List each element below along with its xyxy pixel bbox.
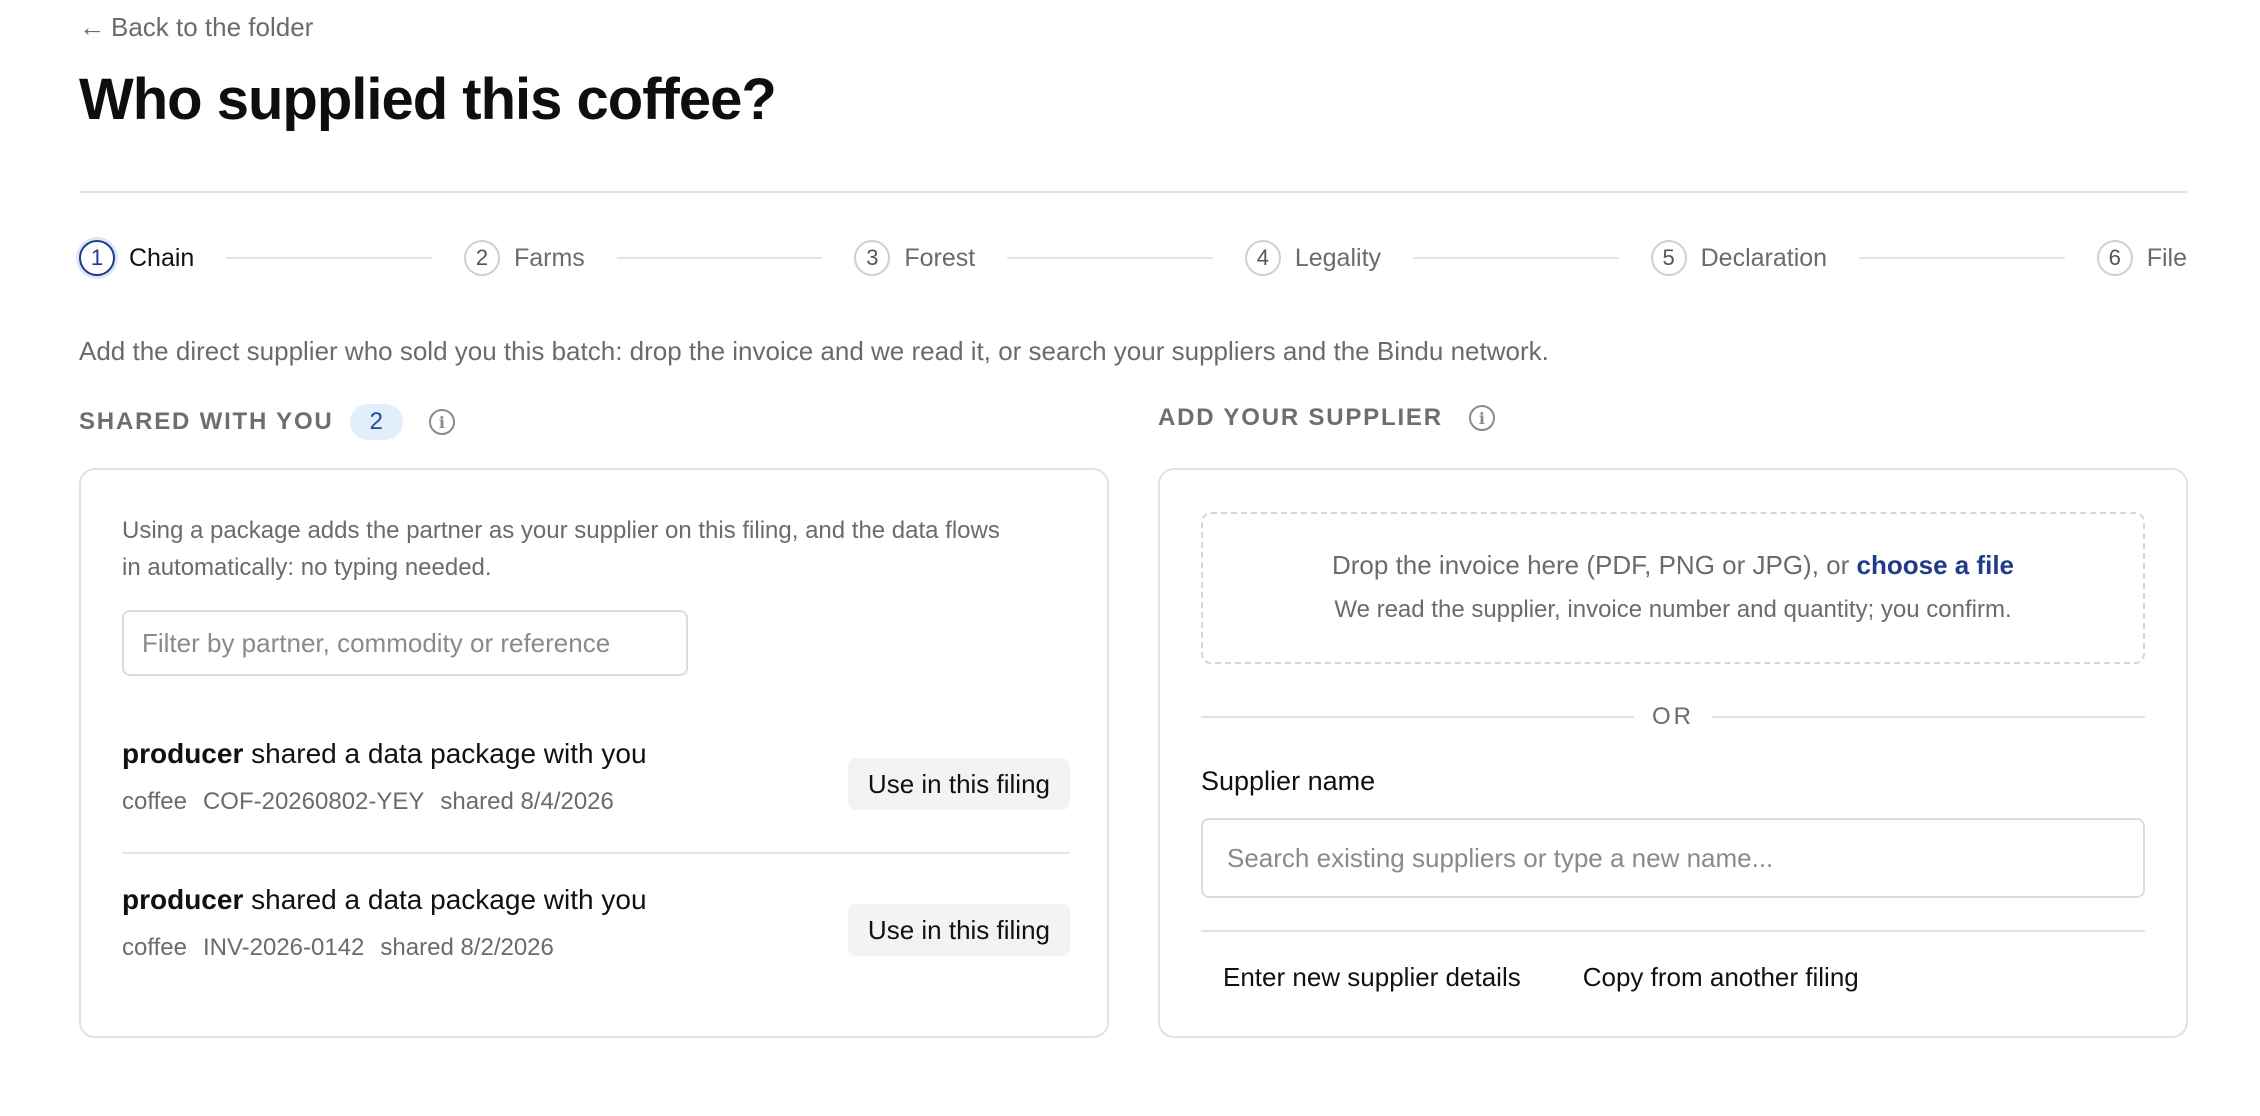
intro-text: Add the direct supplier who sold you thi…: [79, 336, 1549, 366]
use-in-filing-button[interactable]: Use in this filing: [847, 904, 1070, 956]
info-icon[interactable]: i: [1468, 405, 1495, 431]
step-number: 4: [1244, 240, 1281, 276]
shared-heading-label: SHARED WITH YOU: [79, 408, 334, 435]
step-label: Declaration: [1700, 243, 1828, 272]
arrow-left-icon: ←: [79, 12, 105, 42]
package-commodity: coffee: [122, 934, 187, 961]
or-divider: OR: [1201, 702, 2145, 732]
supplier-name-label: Supplier name: [1201, 766, 1376, 796]
step-label: Farms: [513, 243, 585, 272]
package-row: producer shared a data package with you …: [122, 884, 1070, 1004]
package-meta: coffee COF-20260802-YEY shared 8/4/2026: [122, 788, 614, 816]
package-text: shared a data package with you: [243, 738, 647, 769]
step-label: Legality: [1294, 243, 1382, 272]
step-chain[interactable]: 1 Chain: [79, 240, 194, 276]
page: ← Back to the folder Who supplied this c…: [0, 0, 2260, 1116]
copy-from-filing-button[interactable]: Copy from another filing: [1561, 948, 1881, 1007]
package-shared-date: shared 8/2/2026: [380, 934, 554, 961]
step-label: Chain: [129, 243, 195, 272]
actions-divider: [1201, 930, 2145, 932]
step-label: Forest: [904, 243, 976, 272]
step-number: 6: [2096, 240, 2133, 276]
step-connector: [1413, 257, 1619, 259]
step-connector: [616, 257, 823, 259]
stepper: 1 Chain 2 Farms 3 Forest 4 Legality 5 De…: [79, 238, 2187, 278]
dropzone-subtext: We read the supplier, invoice number and…: [1334, 596, 2012, 623]
package-divider: [122, 852, 1070, 854]
step-declaration[interactable]: 5 Declaration: [1650, 240, 1828, 276]
invoice-dropzone[interactable]: Drop the invoice here (PDF, PNG or JPG),…: [1201, 512, 2145, 664]
step-forest[interactable]: 3 Forest: [854, 240, 975, 276]
enter-new-supplier-button[interactable]: Enter new supplier details: [1201, 948, 1543, 1007]
step-legality[interactable]: 4 Legality: [1244, 240, 1382, 276]
add-supplier-heading: ADD YOUR SUPPLIER i: [1158, 404, 1495, 432]
back-link-label: Back to the folder: [111, 12, 314, 42]
step-connector: [1007, 257, 1213, 259]
step-connector: [226, 257, 432, 259]
back-link[interactable]: ← Back to the folder: [79, 12, 313, 43]
or-line: [1201, 716, 1634, 718]
shared-card: Using a package adds the partner as your…: [79, 468, 1109, 1038]
package-title: producer shared a data package with you: [122, 738, 647, 770]
step-label: File: [2146, 243, 2187, 272]
package-shared-date: shared 8/4/2026: [440, 788, 614, 815]
header-divider: [79, 191, 2187, 193]
shared-count-badge: 2: [349, 404, 403, 440]
choose-file-link[interactable]: choose a file: [1857, 550, 2015, 580]
step-number: 2: [463, 240, 500, 276]
package-reference: INV-2026-0142: [202, 934, 365, 961]
package-title: producer shared a data package with you: [122, 884, 647, 916]
step-number: 3: [854, 240, 891, 276]
page-title: Who supplied this coffee?: [79, 67, 777, 132]
info-icon[interactable]: i: [428, 409, 455, 435]
package-row: producer shared a data package with you …: [122, 738, 1070, 858]
step-file[interactable]: 6 File: [2096, 240, 2187, 276]
package-commodity: coffee: [122, 788, 187, 815]
dropzone-text: Drop the invoice here (PDF, PNG or JPG),…: [1203, 550, 2143, 581]
package-partner: producer: [122, 884, 244, 915]
or-label: OR: [1652, 703, 1694, 730]
step-connector: [1859, 257, 2065, 259]
supplier-search-input[interactable]: [1201, 818, 2145, 898]
step-number: 1: [79, 240, 115, 276]
supplier-actions: Enter new supplier details Copy from ano…: [1201, 948, 1881, 1007]
add-supplier-card: Drop the invoice here (PDF, PNG or JPG),…: [1158, 468, 2188, 1038]
dropzone-prompt: Drop the invoice here (PDF, PNG or JPG),…: [1331, 550, 1857, 580]
add-supplier-heading-label: ADD YOUR SUPPLIER: [1158, 404, 1443, 431]
shared-heading: SHARED WITH YOU 2 i: [79, 404, 455, 440]
or-line: [1712, 716, 2145, 718]
step-farms[interactable]: 2 Farms: [463, 240, 585, 276]
step-number: 5: [1650, 240, 1687, 276]
package-partner: producer: [122, 738, 244, 769]
shared-note: Using a package adds the partner as your…: [122, 517, 1000, 581]
package-text: shared a data package with you: [243, 884, 647, 915]
package-filter-input[interactable]: [122, 610, 688, 676]
use-in-filing-button[interactable]: Use in this filing: [847, 758, 1070, 810]
package-meta: coffee INV-2026-0142 shared 8/2/2026: [122, 934, 554, 962]
package-reference: COF-20260802-YEY: [202, 788, 425, 815]
